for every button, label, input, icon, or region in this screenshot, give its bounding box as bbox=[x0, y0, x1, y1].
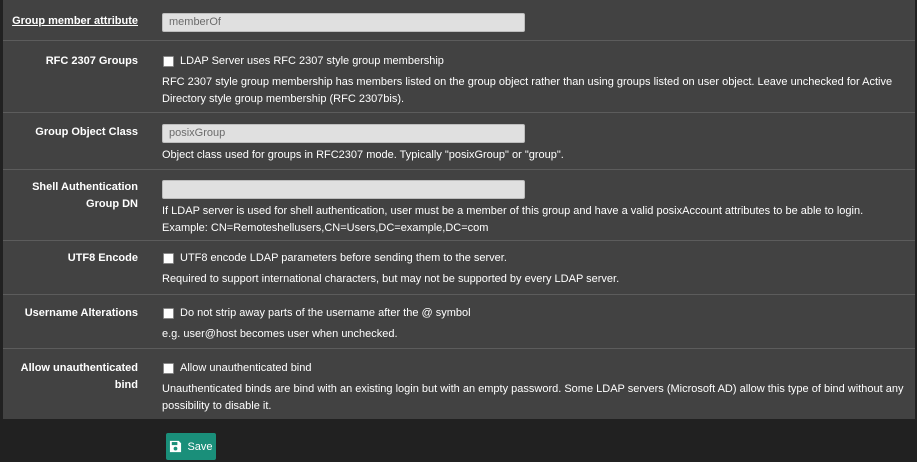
save-button-label: Save bbox=[187, 440, 213, 453]
rfc2307-groups-row: RFC 2307 Groups LDAP Server uses RFC 230… bbox=[3, 40, 915, 113]
group-object-class-label: Group Object Class bbox=[35, 126, 138, 138]
group-object-class-row: Group Object Class posixGroup Object cla… bbox=[3, 112, 915, 170]
rfc2307-checkbox[interactable] bbox=[163, 56, 174, 67]
ldap-settings-panel: Group member attribute memberOf RFC 2307… bbox=[3, 0, 915, 419]
username-alterations-row: Username Alterations Do not strip away p… bbox=[3, 294, 915, 349]
allow-unauth-bind-label: Allow unauthenticated bind bbox=[20, 362, 138, 391]
shell-auth-group-dn-input[interactable] bbox=[162, 180, 525, 199]
utf8-encode-help: Required to support international charac… bbox=[162, 273, 620, 285]
shell-auth-group-dn-row: Shell Authentication Group DN If LDAP se… bbox=[3, 169, 915, 241]
shell-auth-group-dn-help: If LDAP server is used for shell authent… bbox=[162, 205, 864, 217]
group-member-attribute-row: Group member attribute memberOf bbox=[3, 0, 915, 40]
shell-auth-group-dn-example: Example: CN=Remoteshellusers,CN=Users,DC… bbox=[162, 222, 489, 234]
username-alterations-label: Username Alterations bbox=[24, 307, 138, 319]
rfc2307-groups-label: RFC 2307 Groups bbox=[45, 55, 138, 67]
group-object-class-help: Object class used for groups in RFC2307 … bbox=[162, 149, 564, 161]
utf8-encode-checkbox[interactable] bbox=[163, 253, 174, 264]
save-button[interactable]: Save bbox=[166, 433, 216, 460]
rfc2307-checkbox-label[interactable]: LDAP Server uses RFC 2307 style group me… bbox=[180, 53, 444, 70]
group-object-class-input[interactable]: posixGroup bbox=[162, 124, 525, 143]
save-icon bbox=[169, 440, 182, 453]
allow-unauth-bind-row: Allow unauthenticated bind Allow unauthe… bbox=[3, 348, 915, 420]
shell-auth-group-dn-label: Shell Authentication Group DN bbox=[32, 181, 138, 210]
allow-unauth-bind-help: Unauthenticated binds are bind with an e… bbox=[162, 383, 904, 412]
username-alterations-help: e.g. user@host becomes user when uncheck… bbox=[162, 328, 398, 340]
utf8-encode-label: UTF8 Encode bbox=[67, 252, 138, 264]
allow-unauth-bind-checkbox-label[interactable]: Allow unauthenticated bind bbox=[180, 360, 311, 377]
username-alterations-checkbox[interactable] bbox=[163, 308, 174, 319]
group-member-attribute-input[interactable]: memberOf bbox=[162, 13, 525, 32]
utf8-encode-row: UTF8 Encode UTF8 encode LDAP parameters … bbox=[3, 240, 915, 295]
allow-unauth-bind-checkbox[interactable] bbox=[163, 363, 174, 374]
username-alterations-checkbox-label[interactable]: Do not strip away parts of the username … bbox=[180, 305, 471, 322]
group-member-attribute-label: Group member attribute bbox=[12, 15, 138, 27]
utf8-encode-checkbox-label[interactable]: UTF8 encode LDAP parameters before sendi… bbox=[180, 250, 507, 267]
rfc2307-help: RFC 2307 style group membership has memb… bbox=[162, 76, 893, 105]
